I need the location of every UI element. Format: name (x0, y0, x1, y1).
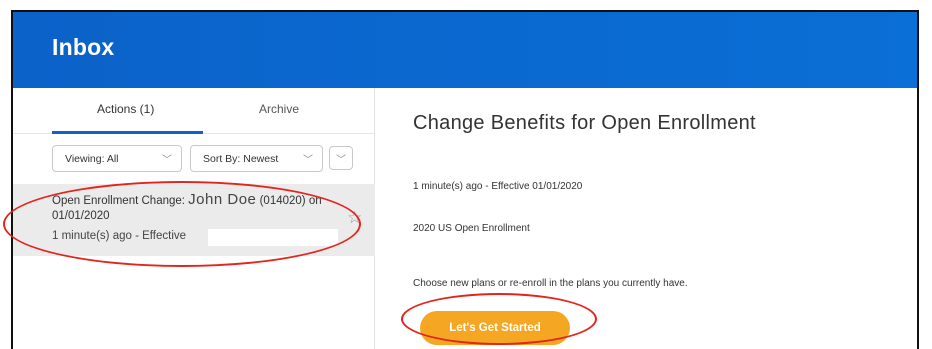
inbox-list-panel: Actions (1) Archive Viewing: All ﹀ Sort … (13, 88, 375, 349)
more-filters-button[interactable]: ﹀ (329, 146, 353, 170)
viewing-filter-label: Viewing: All (65, 153, 119, 165)
inbox-item-meta: 1 minute(s) ago - Effective (52, 230, 187, 242)
viewing-filter-dropdown[interactable]: Viewing: All ﹀ (52, 145, 182, 172)
detail-panel: Change Benefits for Open Enrollment 1 mi… (375, 88, 917, 349)
inbox-item-title-prefix: Open Enrollment Change: (52, 195, 185, 207)
inbox-list-item[interactable]: Open Enrollment Change: John Doe (014020… (13, 184, 375, 256)
detail-instructions: Choose new plans or re-enroll in the pla… (413, 278, 688, 289)
app-window: Inbox Actions (1) Archive Viewing: All ﹀… (11, 10, 919, 349)
inbox-item-title: Open Enrollment Change: John Doe (014020… (52, 192, 342, 224)
lets-get-started-button[interactable]: Let's Get Started (420, 311, 570, 345)
chevron-down-icon: ﹀ (303, 155, 313, 166)
detail-title: Change Benefits for Open Enrollment (413, 112, 756, 134)
redaction-box (208, 229, 338, 246)
app-header: Inbox (13, 12, 917, 88)
tab-actions[interactable]: Actions (1) (97, 102, 154, 116)
detail-plan-name: 2020 US Open Enrollment (413, 223, 530, 234)
star-icon[interactable]: ☆ (347, 208, 362, 228)
detail-meta: 1 minute(s) ago - Effective 01/01/2020 (413, 181, 583, 192)
chevron-down-icon: ﹀ (336, 155, 346, 166)
chevron-down-icon: ﹀ (162, 155, 172, 166)
active-tab-indicator (52, 131, 203, 134)
sort-filter-label: Sort By: Newest (203, 153, 279, 165)
redaction-box (550, 210, 680, 232)
tab-archive[interactable]: Archive (259, 102, 299, 116)
page-title: Inbox (52, 34, 115, 60)
employee-name: John Doe (188, 191, 257, 208)
sort-filter-dropdown[interactable]: Sort By: Newest ﹀ (190, 145, 323, 172)
inbox-tabs: Actions (1) Archive (13, 88, 375, 134)
